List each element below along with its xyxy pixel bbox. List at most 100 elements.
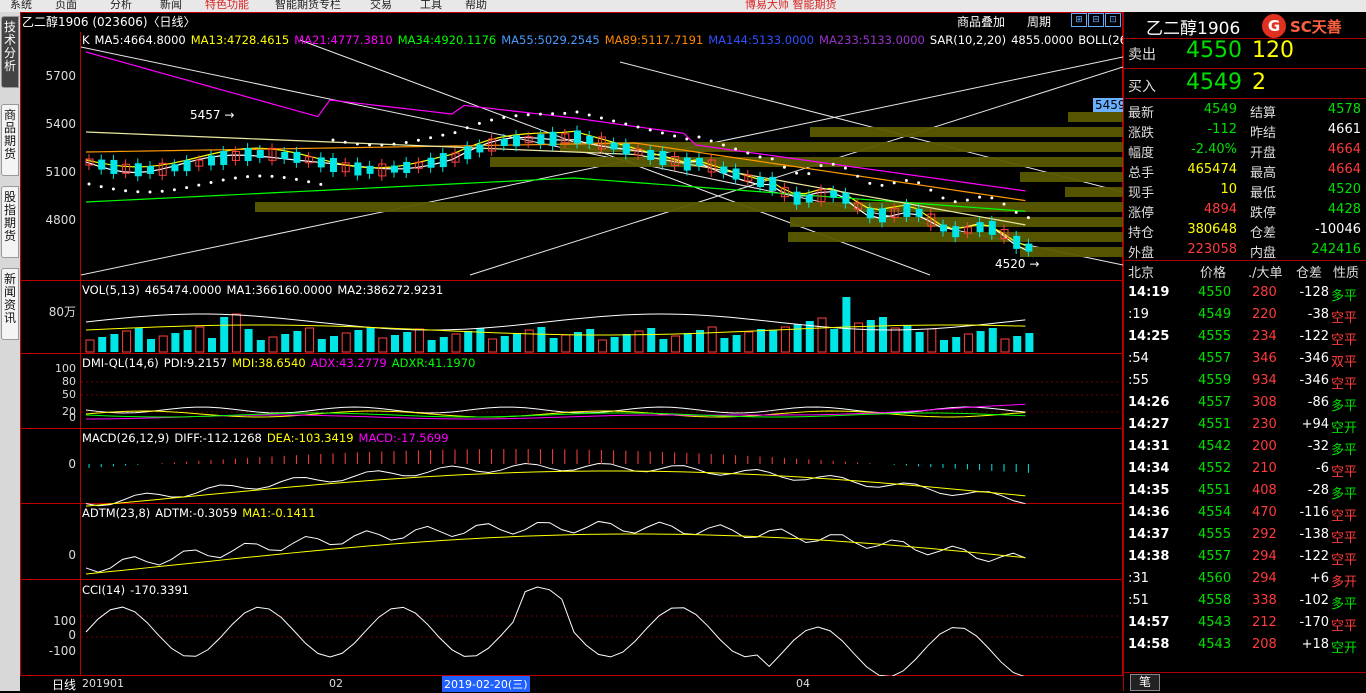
period-button[interactable]: 周期 xyxy=(1027,13,1051,30)
menu-item-help[interactable]: 帮助 xyxy=(465,0,487,12)
menu-item-system[interactable]: 系统 xyxy=(10,0,32,12)
zoom-in-icon[interactable]: ⊞ xyxy=(1071,13,1087,27)
price-axis-label: 4800 xyxy=(45,213,76,227)
menu-item-trade[interactable]: 交易 xyxy=(370,0,392,12)
tick-row[interactable]: :54 4557 346 -346 双平 xyxy=(1124,348,1366,370)
sar-dot xyxy=(709,139,713,143)
zoom-out-icon[interactable]: ⊟ xyxy=(1088,13,1104,27)
tick-row[interactable]: 14:58 4543 208 +18 空开 xyxy=(1124,634,1366,656)
candle-body xyxy=(354,162,362,176)
sar-dot xyxy=(965,198,969,202)
tick-cell: 空平 xyxy=(1331,619,1358,634)
tick-cell: 346 xyxy=(1252,351,1277,366)
tick-row[interactable]: 14:26 4557 308 -86 多平 xyxy=(1124,392,1366,414)
tick-row[interactable]: :31 4560 294 +6 多开 xyxy=(1124,568,1366,590)
quote-cell: 跌停 xyxy=(1250,206,1277,221)
volume-bar xyxy=(208,338,216,352)
tab-commodity-futures[interactable]: 商品期货 xyxy=(1,104,19,176)
legend-item: MA55:5029.2545 xyxy=(501,33,600,47)
legend-item: 465474.0000 xyxy=(144,283,222,297)
tick-row[interactable]: :51 4558 338 -102 多平 xyxy=(1124,590,1366,612)
candle-body xyxy=(732,168,740,180)
sar-dot xyxy=(319,182,323,186)
tick-row[interactable]: 14:19 4550 280 -128 多平 xyxy=(1124,282,1366,304)
menu-item-page[interactable]: 页面 xyxy=(55,0,77,12)
tick-row[interactable]: 14:35 4551 408 -28 多平 xyxy=(1124,480,1366,502)
volume-bar xyxy=(707,326,717,353)
candle-body xyxy=(244,148,252,162)
tab-ticks[interactable]: 笔 xyxy=(1130,674,1160,691)
sar-dot xyxy=(734,147,738,151)
tick-row[interactable]: 14:57 4543 212 -170 空平 xyxy=(1124,612,1366,634)
quote-cell: 10 xyxy=(1220,182,1237,197)
quote-cell: 持仓 xyxy=(1128,226,1155,241)
legend-item: MA34:4920.1176 xyxy=(397,33,497,47)
tick-cell: 14:36 xyxy=(1128,505,1170,520)
chart-area[interactable]: 乙二醇1906 (023606)〈日线〉 商品叠加 周期 ⊞ ⊟ ⊡ K MA5:… xyxy=(20,12,1157,676)
tick-cell: 4555 xyxy=(1198,329,1232,344)
menu-item-analysis[interactable]: 分析 xyxy=(110,0,132,12)
sar-dot xyxy=(538,112,542,116)
tick-cell: 208 xyxy=(1252,637,1277,652)
price-axis-label: 5100 xyxy=(45,165,76,179)
overlay-button[interactable]: 商品叠加 xyxy=(957,13,1005,30)
tick-cell: -6 xyxy=(1316,461,1329,476)
legend-item: CCI(14) xyxy=(82,583,126,597)
candle-body xyxy=(879,208,886,223)
candle-body xyxy=(830,190,838,198)
sar-dot xyxy=(209,180,213,184)
volume-bar xyxy=(744,331,754,353)
volume-bar xyxy=(220,317,229,352)
volume-bar xyxy=(98,337,107,352)
legend-item: VOL(5,13) xyxy=(82,283,140,297)
candle-body xyxy=(793,191,801,205)
layout-icon[interactable]: ⊡ xyxy=(1105,13,1121,27)
tick-cell: 408 xyxy=(1252,483,1277,498)
adtm-legend: ADTM(23,8) ADTM:-0.3059 MA1:-0.1411 xyxy=(82,506,321,520)
volume-bar xyxy=(85,339,95,353)
tick-row[interactable]: 14:37 4555 292 -138 空平 xyxy=(1124,524,1366,546)
tab-index-futures[interactable]: 股指期货 xyxy=(1,186,19,258)
sar-dot xyxy=(856,174,860,178)
tick-cell: 4559 xyxy=(1198,373,1232,388)
volume-bar xyxy=(134,328,143,352)
tick-cell: 294 xyxy=(1252,571,1277,586)
tick-row[interactable]: :19 4549 220 -38 空平 xyxy=(1124,304,1366,326)
tick-cell: 空平 xyxy=(1331,311,1358,326)
tab-news[interactable]: 新闻资讯 xyxy=(1,268,19,340)
tick-cell: -38 xyxy=(1307,307,1329,322)
macd-dea xyxy=(85,470,1026,507)
sar-dot xyxy=(99,185,103,189)
sar-dot xyxy=(563,111,567,115)
period-label: 日线 xyxy=(52,678,77,692)
candle-body xyxy=(147,165,154,174)
sar-dot xyxy=(1026,216,1030,220)
tick-row[interactable]: 14:36 4554 470 -116 空平 xyxy=(1124,502,1366,524)
tick-row[interactable]: 14:31 4542 200 -32 多平 xyxy=(1124,436,1366,458)
tick-cell: -28 xyxy=(1307,483,1329,498)
tick-row[interactable]: 14:27 4551 230 +94 空开 xyxy=(1124,414,1366,436)
tick-row[interactable]: :55 4559 934 -346 空平 xyxy=(1124,370,1366,392)
menu-item-features[interactable]: 特色功能 xyxy=(205,0,249,12)
sar-dot xyxy=(343,140,347,144)
tab-technical-analysis[interactable]: 技术分析 xyxy=(1,16,19,88)
quote-cell: 外盘 xyxy=(1128,246,1155,261)
candle-body xyxy=(293,151,301,163)
volume-bar xyxy=(439,337,448,352)
menu-item-tools[interactable]: 工具 xyxy=(420,0,442,12)
legend-item: MA5:4664.8000 xyxy=(94,33,186,47)
sar-dot xyxy=(368,143,372,147)
legend-item: ADXR:41.1970 xyxy=(391,356,476,370)
tick-row[interactable]: 14:25 4555 234 -122 空平 xyxy=(1124,326,1366,348)
candle-body xyxy=(696,158,703,166)
menu-item-smart-futures[interactable]: 智能期货专栏 xyxy=(275,0,341,12)
quote-cell: 4664 xyxy=(1327,142,1361,157)
quote-panel: 乙二醇1906 卖出 4550 120 买入 4549 2 最新 4549 结算 45… xyxy=(1123,12,1366,691)
tick-row[interactable]: 14:34 4552 210 -6 空平 xyxy=(1124,458,1366,480)
menu-item-news[interactable]: 新闻 xyxy=(160,0,182,12)
volume-bar xyxy=(403,332,412,352)
date-label: 02 xyxy=(329,677,343,690)
volume-bar xyxy=(634,330,644,353)
tick-row[interactable]: 14:38 4557 294 -122 空平 xyxy=(1124,546,1366,568)
quote-cell: 总手 xyxy=(1128,166,1155,181)
